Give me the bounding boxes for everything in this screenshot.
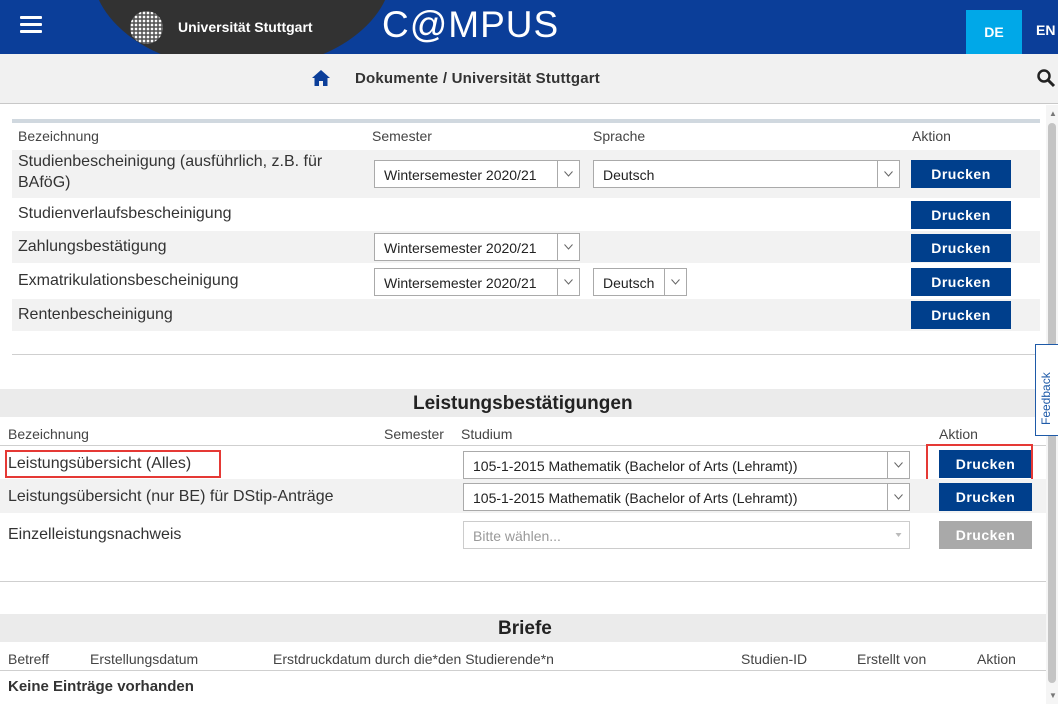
divider	[0, 670, 1046, 671]
column-header-study: Studium	[461, 426, 513, 442]
column-header-first-print: Erstdruckdatum durch die*den Studierende…	[273, 651, 554, 667]
study-select[interactable]: 105-1-2015 Mathematik (Bachelor of Arts …	[463, 451, 910, 479]
column-header-action: Aktion	[912, 128, 951, 144]
study-select[interactable]: Bitte wählen...	[463, 521, 910, 549]
semester-select[interactable]: Wintersemester 2020/21	[374, 233, 580, 261]
section-title-achievements: Leistungsbestätigungen	[413, 393, 633, 414]
language-de-button[interactable]: DE	[966, 10, 1022, 54]
feedback-label: Feedback	[1039, 372, 1053, 425]
column-header-subject: Betreff	[8, 651, 49, 667]
chevron-down-icon	[557, 234, 579, 260]
study-select[interactable]: 105-1-2015 Mathematik (Bachelor of Arts …	[463, 483, 910, 511]
column-header-name: Bezeichnung	[8, 426, 89, 442]
top-bar: Universität Stuttgart C@MPUS DE EN	[0, 0, 1058, 70]
document-name: Studienbescheinigung (ausführlich, z.B. …	[18, 153, 323, 170]
chevron-down-icon	[664, 269, 686, 295]
app-title[interactable]: C@MPUS	[382, 4, 559, 46]
study-select-placeholder: Bitte wählen...	[473, 528, 561, 544]
scroll-up-icon[interactable]: ▲	[1049, 109, 1057, 118]
divider	[0, 445, 1046, 446]
breadcrumb: Dokumente / Universität Stuttgart	[355, 70, 600, 87]
print-button[interactable]: Drucken	[911, 234, 1011, 262]
search-icon[interactable]	[1036, 68, 1056, 88]
document-name: Studienverlaufsbescheinigung	[18, 205, 232, 222]
feedback-tab[interactable]: Feedback	[1035, 344, 1058, 436]
print-button[interactable]: Drucken	[911, 160, 1011, 188]
chevron-down-icon	[887, 484, 909, 510]
scroll-down-icon[interactable]: ▼	[1049, 691, 1057, 700]
document-name: Exmatrikulationsbescheinigung	[18, 272, 239, 289]
divider	[12, 354, 1040, 355]
print-button[interactable]: Drucken	[939, 521, 1032, 549]
table-top-border	[12, 119, 1040, 123]
chevron-down-icon	[887, 452, 909, 478]
chevron-down-icon	[877, 161, 899, 187]
column-header-created: Erstellungsdatum	[90, 651, 199, 667]
achievement-name: Einzelleistungsnachweis	[8, 526, 182, 543]
column-header-name: Bezeichnung	[18, 128, 99, 144]
document-name: Rentenbescheinigung	[18, 306, 173, 323]
column-header-study-id: Studien-ID	[741, 651, 808, 667]
print-button[interactable]: Drucken	[911, 268, 1011, 296]
column-header-semester: Semester	[384, 426, 444, 442]
column-header-created-by: Erstellt von	[857, 651, 927, 667]
language-select[interactable]: Deutsch	[593, 268, 687, 296]
language-select-value: Deutsch	[603, 167, 655, 183]
achievement-name: Leistungsübersicht (nur BE) für DStip-An…	[8, 488, 334, 505]
semester-select-value: Wintersemester 2020/21	[384, 275, 537, 291]
column-header-semester: Semester	[372, 128, 432, 144]
document-name: Zahlungsbestätigung	[18, 238, 167, 255]
semester-select-value: Wintersemester 2020/21	[384, 167, 537, 183]
semester-select-value: Wintersemester 2020/21	[384, 240, 537, 256]
study-select-value: 105-1-2015 Mathematik (Bachelor of Arts …	[473, 458, 798, 474]
language-en-button[interactable]: EN	[1036, 22, 1055, 38]
column-header-action: Aktion	[977, 651, 1016, 667]
chevron-down-icon	[557, 269, 579, 295]
semester-select[interactable]: Wintersemester 2020/21	[374, 160, 580, 188]
column-header-language: Sprache	[593, 128, 646, 144]
university-logo[interactable]	[130, 11, 163, 44]
empty-message: Keine Einträge vorhanden	[8, 678, 194, 695]
highlight-box	[5, 450, 221, 478]
home-icon[interactable]	[311, 68, 331, 88]
print-button[interactable]: Drucken	[911, 301, 1011, 329]
hamburger-icon[interactable]	[20, 16, 42, 34]
document-name-line2: BAföG)	[18, 174, 71, 191]
chevron-down-icon	[887, 522, 909, 548]
print-button[interactable]: Drucken	[939, 483, 1032, 511]
divider	[0, 581, 1046, 582]
highlight-box	[926, 444, 1033, 484]
main-content: Bezeichnung Semester Sprache Aktion Stud…	[0, 105, 1046, 704]
semester-select[interactable]: Wintersemester 2020/21	[374, 268, 580, 296]
language-select[interactable]: Deutsch	[593, 160, 900, 188]
language-select-value: Deutsch	[603, 275, 655, 291]
print-button[interactable]: Drucken	[911, 201, 1011, 229]
chevron-down-icon	[557, 161, 579, 187]
breadcrumb-bar: Dokumente / Universität Stuttgart	[0, 54, 1058, 104]
section-title-letters: Briefe	[498, 618, 552, 639]
column-header-action: Aktion	[939, 426, 978, 442]
university-name[interactable]: Universität Stuttgart	[178, 19, 313, 35]
study-select-value: 105-1-2015 Mathematik (Bachelor of Arts …	[473, 490, 798, 506]
